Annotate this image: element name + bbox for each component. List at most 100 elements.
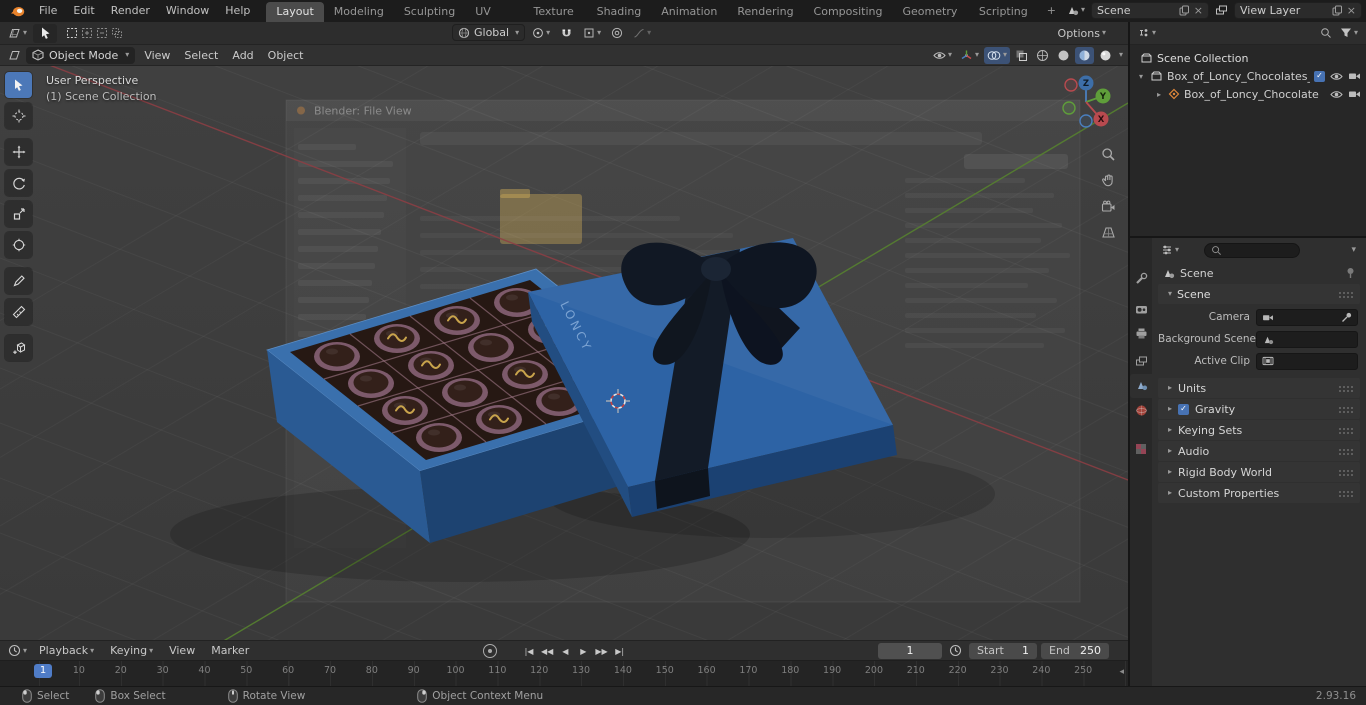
timeline-marker-menu[interactable]: Marker (204, 641, 256, 661)
menu-item[interactable]: Render (103, 0, 158, 22)
unlink-scene-icon[interactable]: × (1194, 5, 1203, 16)
outliner-editor-type-button[interactable]: ▾ (1135, 25, 1159, 42)
tool-select-box[interactable] (5, 72, 32, 98)
snap-target-dropdown[interactable]: ▾ (580, 24, 604, 41)
timeline-editor-type-button[interactable]: ▾ (5, 642, 30, 659)
collapse-arrow-icon[interactable]: ◂ (1119, 667, 1124, 677)
pivot-point-dropdown[interactable]: ▾ (529, 24, 553, 41)
section-grip[interactable] (1338, 489, 1354, 497)
new-scene-icon[interactable] (1179, 5, 1190, 16)
browse-scene-button[interactable]: ▾ (1063, 2, 1088, 19)
add-workspace-button[interactable]: + (1040, 0, 1063, 22)
timeline-view-menu[interactable]: View (162, 641, 202, 661)
transform-orientation-dropdown[interactable]: Global ▾ (452, 24, 526, 41)
gizmo-y-negative[interactable] (1062, 101, 1076, 115)
property-section-header[interactable]: ▸ ✓ Units (1158, 378, 1360, 398)
workspace-tab[interactable]: Animation (651, 2, 727, 22)
section-expand-icon[interactable]: ▸ (1168, 384, 1172, 392)
pin-icon[interactable] (1345, 267, 1356, 279)
workspace-tab[interactable]: Sculpting (394, 2, 465, 22)
workspace-tab[interactable]: Geometry Nodes (893, 2, 969, 38)
gizmo-z-negative[interactable] (1079, 114, 1093, 128)
select-subtract-icon[interactable] (96, 27, 108, 39)
jump-to-end-button[interactable]: ▶| (612, 643, 628, 659)
tool-add-cube[interactable] (5, 335, 32, 361)
viewport-menu-item[interactable]: Object (261, 45, 311, 66)
navigation-gizmo[interactable]: Z Y X (1054, 70, 1118, 134)
frame-start-field[interactable]: Start 1 (969, 642, 1037, 659)
disclosure-triangle-icon[interactable]: ▾ (1136, 72, 1146, 81)
section-expand-icon[interactable]: ▸ (1168, 426, 1172, 434)
tab-scene[interactable] (1130, 375, 1152, 395)
property-section-header[interactable]: ▸ ✓ Rigid Body World (1158, 462, 1360, 482)
tab-tool[interactable] (1130, 268, 1152, 288)
section-grip[interactable] (1338, 447, 1354, 455)
frame-end-field[interactable]: End 250 (1041, 642, 1109, 659)
tool-measure[interactable] (5, 299, 32, 325)
section-expand-icon[interactable]: ▸ (1168, 468, 1172, 476)
tab-output[interactable] (1130, 323, 1152, 343)
gizmo-x-negative[interactable] (1064, 78, 1078, 92)
snap-toggle-button[interactable] (557, 24, 576, 41)
tool-move[interactable] (5, 139, 32, 165)
tool-scale[interactable] (5, 201, 32, 227)
options-dropdown[interactable]: Options ▾ (1055, 25, 1109, 42)
pan-button[interactable] (1098, 170, 1119, 191)
panel-expand-icon[interactable]: ▾ (1168, 290, 1172, 298)
shading-rendered-button[interactable] (1096, 47, 1115, 64)
section-grip[interactable] (1338, 468, 1354, 476)
tool-rotate[interactable] (5, 170, 32, 196)
search-icon[interactable] (1320, 27, 1332, 39)
workspace-tab[interactable]: Shading (587, 2, 652, 22)
property-section-header[interactable]: ▸ ✓ Keying Sets (1158, 420, 1360, 440)
workspace-tab[interactable]: Texture Paint (524, 2, 587, 38)
filter-dropdown[interactable]: ▾ (1337, 25, 1361, 42)
keying-menu[interactable]: Keying ▾ (103, 641, 160, 661)
section-expand-icon[interactable]: ▸ (1168, 447, 1172, 455)
property-section-header[interactable]: ▸ ✓ Audio (1158, 441, 1360, 461)
play-reverse-button[interactable]: ◀ (557, 643, 573, 659)
viewport-3d[interactable]: Blender: File View LONCY User Perspectiv… (0, 66, 1128, 640)
properties-search-input[interactable] (1204, 242, 1301, 258)
select-extend-icon[interactable] (81, 27, 93, 39)
active-clip-field[interactable] (1256, 352, 1358, 370)
timeline-ruler[interactable]: 1 10 20 30 40 50 60 70 80 90 100 110 120 130 140 150 16… (0, 660, 1128, 686)
active-tool-button[interactable] (33, 23, 58, 43)
object-visibility-dropdown[interactable]: ▾ (930, 47, 955, 64)
disable-render-camera-icon[interactable] (1348, 89, 1361, 99)
property-section-header[interactable]: ▸ ✓ Gravity (1158, 399, 1360, 419)
playback-menu[interactable]: Playback ▾ (32, 641, 101, 661)
toggle-ortho-button[interactable] (1098, 222, 1119, 243)
workspace-tab[interactable]: Layout (266, 2, 324, 22)
section-expand-icon[interactable]: ▸ (1168, 405, 1172, 413)
viewport-menu-item[interactable]: View (137, 45, 177, 66)
menu-item[interactable]: Edit (65, 0, 102, 22)
current-frame-field[interactable]: 1 (878, 642, 942, 659)
shading-material-button[interactable] (1074, 46, 1094, 64)
shading-options-dropdown[interactable]: ▾ (1119, 51, 1123, 59)
zoom-button[interactable] (1098, 144, 1119, 165)
falloff-dropdown[interactable]: ▾ (630, 24, 654, 41)
camera-view-button[interactable] (1098, 196, 1119, 217)
workspace-tab[interactable]: Compositing (804, 2, 893, 22)
new-view-layer-icon[interactable] (1332, 5, 1343, 16)
previous-keyframe-button[interactable]: ◀◀ (539, 643, 555, 659)
hide-eye-icon[interactable] (1330, 71, 1343, 82)
property-section-header[interactable]: ▸ ✓ Custom Properties (1158, 483, 1360, 503)
shading-wireframe-button[interactable] (1033, 47, 1052, 64)
section-checkbox[interactable]: ✓ (1178, 403, 1190, 415)
select-intersect-icon[interactable] (111, 27, 123, 39)
disable-render-camera-icon[interactable] (1348, 71, 1361, 81)
mode-dropdown[interactable]: Object Mode ▾ (26, 46, 136, 64)
shading-solid-button[interactable] (1054, 47, 1073, 64)
auto-keying-button[interactable] (483, 644, 497, 658)
viewport-menu-item[interactable]: Add (225, 45, 260, 66)
tool-transform[interactable] (5, 232, 32, 258)
tool-cursor[interactable] (5, 103, 32, 129)
tab-world[interactable] (1130, 400, 1152, 420)
collection-checkbox[interactable]: ✓ (1314, 70, 1325, 82)
current-frame-indicator[interactable]: 1 (34, 664, 52, 678)
properties-editor-type-button[interactable]: ▾ (1158, 242, 1182, 259)
use-preview-range-button[interactable] (946, 642, 965, 659)
show-overlays-dropdown[interactable]: ▾ (983, 46, 1010, 64)
